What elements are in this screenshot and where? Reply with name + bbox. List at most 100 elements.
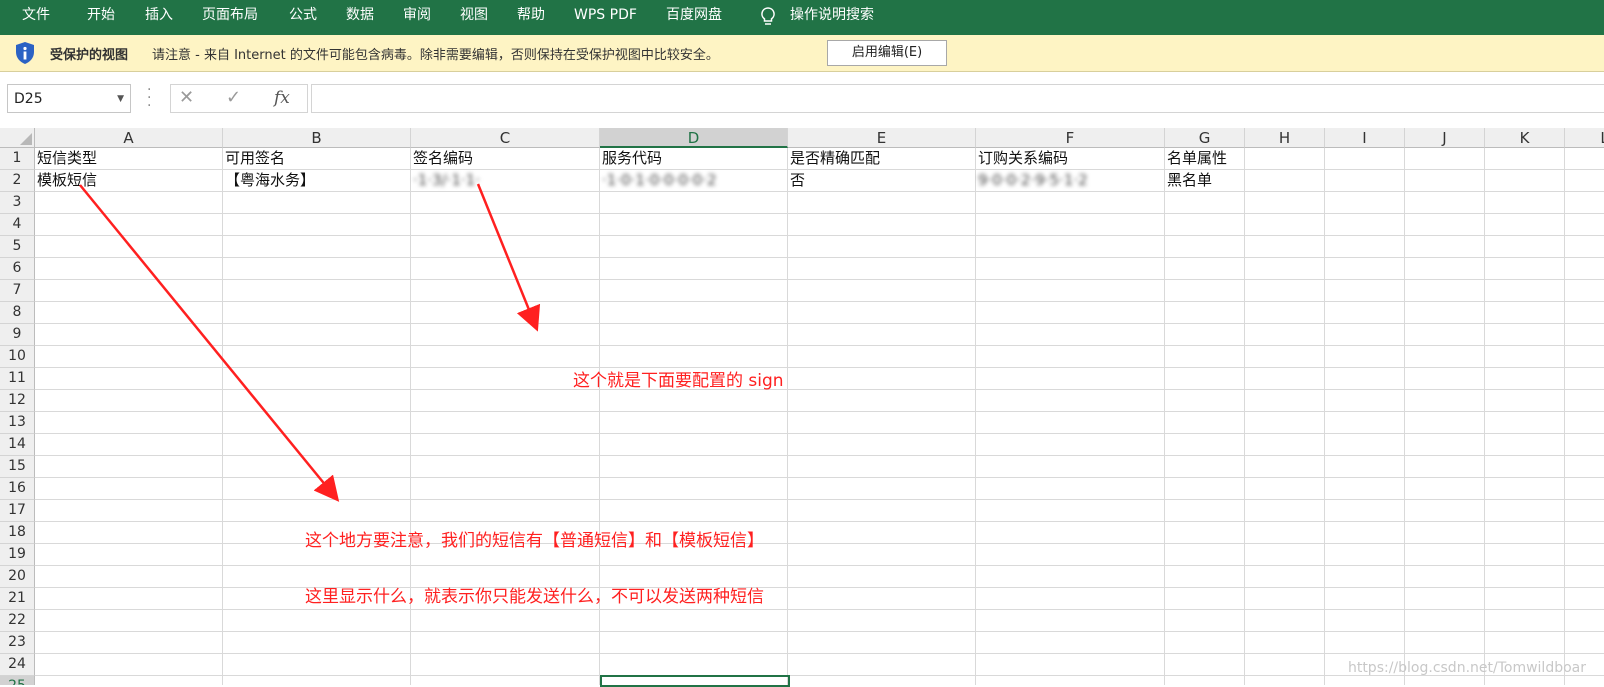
gridline — [1164, 148, 1165, 685]
cancel-icon[interactable]: ✕ — [179, 87, 194, 108]
cell-a2[interactable]: 模板短信 — [35, 170, 97, 191]
cell-d1[interactable]: 服务代码 — [600, 148, 662, 169]
cell-e2[interactable]: 否 — [788, 170, 805, 191]
tab-file[interactable]: 文件 — [22, 0, 50, 31]
tab-data[interactable]: 数据 — [346, 0, 374, 31]
gridline — [35, 191, 1604, 192]
row-header[interactable]: 13 — [0, 412, 35, 434]
gridline — [35, 257, 1604, 258]
column-header-b[interactable]: B — [223, 128, 411, 148]
name-box-value: D25 — [14, 91, 43, 107]
enable-editing-button[interactable]: 启用编辑(E) — [827, 40, 947, 66]
row-header[interactable]: 22 — [0, 610, 35, 632]
tab-view[interactable]: 视图 — [460, 0, 488, 31]
column-header-d[interactable]: D — [600, 128, 788, 148]
cell-a1[interactable]: 短信类型 — [35, 148, 97, 169]
tab-home[interactable]: 开始 — [87, 0, 115, 31]
column-header-l[interactable]: L — [1565, 128, 1604, 148]
cell-f2[interactable]: 9·0·0·2·9·5·1·2 — [976, 170, 1088, 191]
column-header-k[interactable]: K — [1485, 128, 1565, 148]
cell-b2[interactable]: 【粤海水务】 — [223, 170, 315, 191]
row-header[interactable]: 23 — [0, 632, 35, 654]
tab-insert[interactable]: 插入 — [145, 0, 173, 31]
insert-function-icon[interactable]: fx — [274, 88, 290, 108]
lightbulb-icon — [761, 7, 775, 25]
formula-bar: D25 ▼ · · · ✕ ✓ fx — [0, 72, 1604, 124]
row-header[interactable]: 11 — [0, 368, 35, 390]
row-header[interactable]: 1 — [0, 148, 35, 170]
column-header-i[interactable]: I — [1325, 128, 1405, 148]
gridline — [35, 389, 1604, 390]
row-header[interactable]: 8 — [0, 302, 35, 324]
tab-review[interactable]: 审阅 — [403, 0, 431, 31]
gridline — [35, 521, 1604, 522]
column-header-f[interactable]: F — [976, 128, 1165, 148]
row-header[interactable]: 7 — [0, 280, 35, 302]
column-header-c[interactable]: C — [411, 128, 600, 148]
gridline — [222, 148, 223, 685]
gridline — [1244, 148, 1245, 685]
gridline — [787, 148, 788, 685]
gridline — [35, 367, 1604, 368]
name-box[interactable]: D25 ▼ — [7, 84, 131, 113]
cell-e1[interactable]: 是否精确匹配 — [788, 148, 880, 169]
tab-help[interactable]: 帮助 — [517, 0, 545, 31]
row-header[interactable]: 14 — [0, 434, 35, 456]
row-header[interactable]: 18 — [0, 522, 35, 544]
tab-page-layout[interactable]: 页面布局 — [202, 0, 258, 31]
gridline — [35, 323, 1604, 324]
tab-wps-pdf[interactable]: WPS PDF — [574, 0, 637, 31]
tab-baidu-netdisk[interactable]: 百度网盘 — [666, 0, 722, 31]
cell-f1[interactable]: 订购关系编码 — [976, 148, 1068, 169]
gridline — [35, 345, 1604, 346]
check-icon[interactable]: ✓ — [226, 87, 241, 108]
cell-c1[interactable]: 签名编码 — [411, 148, 473, 169]
row-header[interactable]: 2 — [0, 170, 35, 192]
chevron-down-icon[interactable]: ▼ — [117, 85, 124, 114]
tell-me-search[interactable]: 操作说明搜索 — [790, 0, 874, 31]
column-header-j[interactable]: J — [1405, 128, 1485, 148]
gridline — [35, 587, 1604, 588]
row-header[interactable]: 9 — [0, 324, 35, 346]
cell-c2[interactable]: ·1·3/·1·1· — [411, 170, 480, 191]
cell-g2[interactable]: 黑名单 — [1165, 170, 1212, 191]
row-header[interactable]: 5 — [0, 236, 35, 258]
formula-input[interactable] — [311, 84, 1604, 113]
row-header[interactable]: 12 — [0, 390, 35, 412]
row-header[interactable]: 17 — [0, 500, 35, 522]
protected-view-message: 请注意 - 来自 Internet 的文件可能包含病毒。除非需要编辑，否则保持在… — [152, 48, 719, 63]
tab-formulas[interactable]: 公式 — [289, 0, 317, 31]
cell-b1[interactable]: 可用签名 — [223, 148, 285, 169]
column-header-a[interactable]: A — [35, 128, 223, 148]
spreadsheet-grid[interactable]: A B C D E F G H I J K L 1 2 3 4 5 6 7 8 … — [0, 124, 1604, 685]
select-all-corner[interactable] — [0, 128, 35, 148]
row-header[interactable]: 24 — [0, 654, 35, 676]
column-header-h[interactable]: H — [1245, 128, 1325, 148]
gridline — [1324, 148, 1325, 685]
row-header[interactable]: 25 — [0, 676, 35, 685]
row-header[interactable]: 10 — [0, 346, 35, 368]
gridline — [35, 235, 1604, 236]
column-header-e[interactable]: E — [788, 128, 976, 148]
row-header[interactable]: 15 — [0, 456, 35, 478]
row-header[interactable]: 3 — [0, 192, 35, 214]
row-header[interactable]: 6 — [0, 258, 35, 280]
row-header[interactable]: 20 — [0, 566, 35, 588]
row-header[interactable]: 4 — [0, 214, 35, 236]
protected-view-title: 受保护的视图 — [50, 48, 129, 63]
row-header[interactable]: 19 — [0, 544, 35, 566]
row-header[interactable]: 21 — [0, 588, 35, 610]
gridline — [35, 411, 1604, 412]
drag-handle-icon[interactable]: · · · — [147, 83, 151, 113]
active-cell-d25[interactable] — [600, 675, 790, 687]
row-header[interactable]: 16 — [0, 478, 35, 500]
gridline — [975, 148, 976, 685]
column-header-g[interactable]: G — [1165, 128, 1245, 148]
gridline — [1484, 148, 1485, 685]
cell-g1[interactable]: 名单属性 — [1165, 148, 1227, 169]
gridline — [35, 279, 1604, 280]
gridline — [35, 455, 1604, 456]
gridline — [35, 301, 1604, 302]
gridline — [35, 565, 1604, 566]
cell-d2[interactable]: ·1·0·1·0·0·0·0·2 — [600, 170, 717, 191]
